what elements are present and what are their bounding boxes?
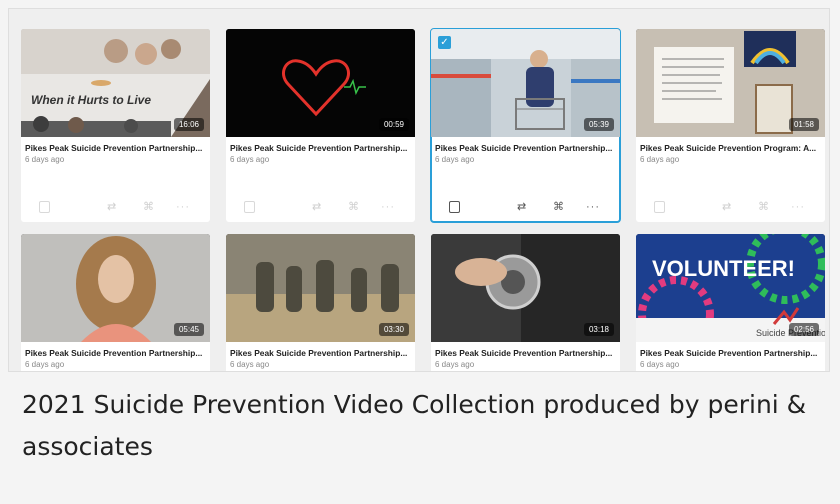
video-title[interactable]: Pikes Peak Suicide Prevention Partnershi… — [640, 348, 820, 358]
video-duration: 03:30 — [378, 323, 409, 336]
video-card[interactable]: 01:58 Pikes Peak Suicide Prevention Prog… — [636, 29, 825, 222]
video-duration: 02:56 — [788, 323, 819, 336]
collection-caption: 2021 Suicide Prevention Video Collection… — [22, 390, 807, 461]
video-thumbnail[interactable]: VOLUNTEER! Suicide Prevention 02:56 — [636, 234, 825, 342]
video-card[interactable]: 03:30 Pikes Peak Suicide Prevention Part… — [226, 234, 415, 371]
video-title[interactable]: Pikes Peak Suicide Prevention Partnershi… — [435, 143, 615, 153]
video-title[interactable]: Pikes Peak Suicide Prevention Partnershi… — [230, 348, 410, 358]
video-thumbnail[interactable]: 05:45 — [21, 234, 210, 342]
video-card[interactable]: When it Hurts to Live 16:06 Pikes Peak S… — [21, 29, 210, 222]
video-duration: 16:06 — [173, 118, 204, 131]
video-card[interactable]: 00:59 Pikes Peak Suicide Prevention Part… — [226, 29, 415, 222]
card-actions: ⇄ ⌘ ··· — [21, 200, 210, 214]
video-duration: 01:58 — [788, 118, 819, 131]
card-actions: ⇄ ⌘ ··· — [226, 200, 415, 214]
video-thumbnail[interactable]: When it Hurts to Live 16:06 — [21, 29, 210, 137]
video-age: 6 days ago — [435, 360, 475, 369]
more-options-icon[interactable]: ··· — [791, 200, 805, 214]
card-actions: ⇄ ⌘ ··· — [636, 200, 825, 214]
link-icon[interactable]: ⌘ — [143, 200, 154, 214]
video-grid-row-2: 05:45 Pikes Peak Suicide Prevention Part… — [21, 234, 825, 371]
video-age: 6 days ago — [640, 360, 680, 369]
card-actions: ⇄ ⌘ ··· — [431, 200, 620, 214]
video-thumbnail[interactable]: 03:30 — [226, 234, 415, 342]
video-age: 6 days ago — [230, 360, 270, 369]
thumbnail-overlay-text: When it Hurts to Live — [31, 93, 151, 107]
replace-icon[interactable]: ⇄ — [107, 200, 116, 214]
video-thumbnail[interactable]: ✓ 05:39 — [431, 29, 620, 137]
video-age: 6 days ago — [435, 155, 475, 164]
more-options-icon[interactable]: ··· — [176, 200, 190, 214]
edit-icon[interactable] — [449, 201, 460, 213]
video-title[interactable]: Pikes Peak Suicide Prevention Partnershi… — [230, 143, 410, 153]
video-title[interactable]: Pikes Peak Suicide Prevention Partnershi… — [25, 348, 205, 358]
edit-icon[interactable] — [654, 201, 665, 213]
video-age: 6 days ago — [640, 155, 680, 164]
link-icon[interactable]: ⌘ — [758, 200, 769, 214]
video-library-panel: When it Hurts to Live 16:06 Pikes Peak S… — [8, 8, 830, 372]
video-grid: When it Hurts to Live 16:06 Pikes Peak S… — [21, 28, 825, 223]
video-thumbnail[interactable]: 03:18 — [431, 234, 620, 342]
link-icon[interactable]: ⌘ — [348, 200, 359, 214]
video-title[interactable]: Pikes Peak Suicide Prevention Program: A… — [640, 143, 820, 153]
video-card-selected[interactable]: ✓ 05:39 Pikes Peak Suicide Prevention Pa… — [430, 28, 621, 223]
video-duration: 00:59 — [378, 118, 409, 131]
replace-icon[interactable]: ⇄ — [517, 200, 526, 214]
thumbnail-overlay-text: VOLUNTEER! — [652, 256, 795, 281]
video-thumbnail[interactable]: 00:59 — [226, 29, 415, 137]
video-card[interactable]: 05:45 Pikes Peak Suicide Prevention Part… — [21, 234, 210, 371]
more-options-icon[interactable]: ··· — [381, 200, 395, 214]
video-card[interactable]: 03:18 Pikes Peak Suicide Prevention Part… — [431, 234, 620, 371]
replace-icon[interactable]: ⇄ — [722, 200, 731, 214]
video-title[interactable]: Pikes Peak Suicide Prevention Partnershi… — [435, 348, 615, 358]
link-icon[interactable]: ⌘ — [553, 200, 564, 214]
replace-icon[interactable]: ⇄ — [312, 200, 321, 214]
video-card[interactable]: VOLUNTEER! Suicide Prevention 02:56 Pike… — [636, 234, 825, 371]
video-duration: 05:39 — [583, 118, 614, 131]
video-age: 6 days ago — [25, 155, 65, 164]
more-options-icon[interactable]: ··· — [586, 200, 600, 214]
video-duration: 05:45 — [173, 323, 204, 336]
video-age: 6 days ago — [230, 155, 270, 164]
edit-icon[interactable] — [39, 201, 50, 213]
select-checkbox[interactable]: ✓ — [438, 36, 451, 49]
video-duration: 03:18 — [583, 323, 614, 336]
video-title[interactable]: Pikes Peak Suicide Prevention Partnershi… — [25, 143, 205, 153]
edit-icon[interactable] — [244, 201, 255, 213]
video-thumbnail[interactable]: 01:58 — [636, 29, 825, 137]
video-age: 6 days ago — [25, 360, 65, 369]
